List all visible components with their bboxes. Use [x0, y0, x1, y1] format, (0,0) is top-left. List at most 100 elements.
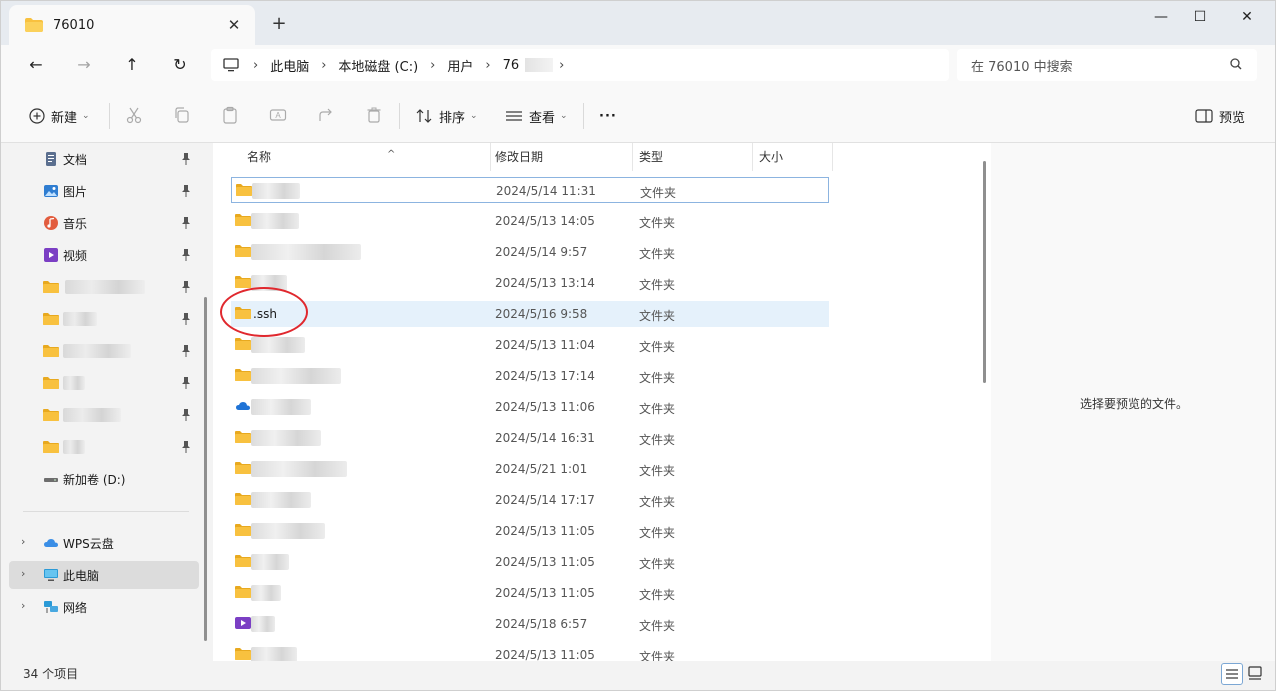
table-row[interactable]: 2024/5/13 11:05 文件夹	[231, 549, 829, 575]
cloud-icon	[44, 539, 58, 547]
breadcrumb-separator: ›	[321, 57, 327, 73]
sidebar-item-folder[interactable]	[9, 305, 199, 333]
new-button[interactable]: 新建 ⌄	[29, 105, 90, 127]
back-button[interactable]: ←	[23, 54, 49, 78]
document-icon	[46, 152, 56, 166]
file-modified-date: 2024/5/21 1:01	[495, 462, 588, 476]
folder-icon	[43, 281, 59, 293]
chevron-right-icon[interactable]: ›	[21, 567, 25, 580]
share-icon[interactable]	[317, 106, 335, 124]
chevron-right-icon[interactable]: ›	[21, 535, 25, 548]
file-modified-date: 2024/5/13 13:14	[495, 276, 595, 290]
onedrive-icon	[235, 399, 251, 413]
column-header-size[interactable]: 大小	[753, 143, 833, 171]
minimize-button[interactable]: —	[1139, 7, 1183, 31]
table-row[interactable]: 2024/5/14 9:57 文件夹	[231, 239, 829, 265]
table-row[interactable]: 2024/5/13 13:14 文件夹	[231, 270, 829, 296]
table-row[interactable]: 2024/5/13 14:05 文件夹	[231, 208, 829, 234]
cut-icon[interactable]	[125, 106, 143, 124]
folder-icon	[235, 275, 251, 289]
folder-icon	[235, 461, 251, 475]
table-row[interactable]: 2024/5/13 11:06 文件夹	[231, 394, 829, 420]
sidebar-item-wps-cloud[interactable]: › WPS云盘	[9, 529, 199, 557]
table-row[interactable]: 2024/5/14 16:31 文件夹	[231, 425, 829, 451]
breadcrumb-this-pc[interactable]: 此电脑	[270, 56, 309, 75]
pin-icon	[182, 313, 190, 325]
file-modified-date: 2024/5/16 9:58	[495, 307, 588, 321]
divider	[23, 511, 189, 512]
tab-76010[interactable]: 76010 ✕	[9, 5, 255, 45]
file-type: 文件夹	[639, 371, 676, 385]
chevron-right-icon[interactable]: ›	[21, 599, 25, 612]
preview-pane-button[interactable]: 预览	[1195, 105, 1245, 127]
command-bar: 新建 ⌄ A 排序 ⌄ 查看 ⌄ ··· 预览	[1, 87, 1275, 143]
table-row[interactable]: 2024/5/14 17:17 文件夹	[231, 487, 829, 513]
sidebar-item-folder[interactable]	[9, 337, 199, 365]
table-row[interactable]: .ssh 2024/5/16 9:58 文件夹	[231, 301, 829, 327]
file-modified-date: 2024/5/13 11:05	[495, 586, 595, 600]
sidebar-item-folder[interactable]	[9, 433, 199, 461]
sidebar-scrollbar[interactable]	[204, 297, 207, 641]
table-row[interactable]: 2024/5/18 6:57 文件夹	[231, 611, 829, 637]
table-row[interactable]: 2024/5/13 11:05 文件夹	[231, 580, 829, 606]
column-header-modified[interactable]: 修改日期	[489, 143, 633, 171]
breadcrumb-users[interactable]: 用户	[447, 56, 473, 75]
blurred-name	[251, 616, 275, 632]
file-list-scrollbar[interactable]	[983, 161, 986, 383]
blurred-name	[251, 461, 347, 477]
table-row[interactable]: 2024/5/13 11:04 文件夹	[231, 332, 829, 358]
delete-icon[interactable]	[365, 106, 383, 124]
table-row[interactable]: 2024/5/14 11:31 文件夹	[231, 177, 829, 203]
tiles-view-icon	[1248, 666, 1262, 680]
plus-circle-icon	[29, 108, 45, 124]
new-tab-button[interactable]: +	[267, 13, 291, 34]
column-header-name[interactable]: 名称 ^	[241, 143, 491, 171]
forward-button[interactable]: →	[71, 54, 97, 78]
search-input[interactable]: 在 76010 中搜索	[957, 49, 1257, 81]
tab-close-button[interactable]: ✕	[225, 16, 243, 34]
sort-button[interactable]: 排序 ⌄	[415, 105, 478, 127]
breadcrumb-user-folder[interactable]: 76	[503, 58, 520, 73]
sidebar-item-music[interactable]: 音乐	[9, 209, 199, 237]
maximize-button[interactable]: ☐	[1178, 7, 1222, 31]
file-modified-date: 2024/5/14 16:31	[495, 431, 595, 445]
navigation-pane: 文档 图片 音乐 视频 新加卷 (D:) › WPS云盘 › 此电脑 › 网络	[9, 143, 203, 661]
blurred-name	[252, 183, 300, 199]
refresh-button[interactable]: ↻	[167, 54, 193, 78]
sidebar-item-folder[interactable]	[9, 273, 199, 301]
tiles-view-button[interactable]	[1245, 663, 1267, 685]
copy-icon[interactable]	[173, 106, 191, 124]
table-row[interactable]: 2024/5/21 1:01 文件夹	[231, 456, 829, 482]
address-bar[interactable]: › 此电脑 › 本地磁盘 (C:) › 用户 › 76 ›	[211, 49, 949, 81]
sidebar-item-documents[interactable]: 文档	[9, 145, 199, 173]
sidebar-item-pictures[interactable]: 图片	[9, 177, 199, 205]
sidebar-item-folder[interactable]	[9, 369, 199, 397]
sidebar-item-this-pc[interactable]: › 此电脑	[9, 561, 199, 589]
rename-icon[interactable]: A	[269, 106, 287, 124]
blurred-name	[251, 492, 311, 508]
column-header-type[interactable]: 类型	[633, 143, 753, 171]
sidebar-item-videos[interactable]: 视频	[9, 241, 199, 269]
file-type: 文件夹	[639, 278, 676, 292]
item-count: 34 个项目	[23, 667, 79, 681]
paste-icon[interactable]	[221, 106, 239, 124]
file-modified-date: 2024/5/13 11:05	[495, 555, 595, 569]
sidebar-item-folder[interactable]	[9, 401, 199, 429]
sidebar-item-label: 音乐	[63, 217, 88, 231]
preview-label: 预览	[1219, 110, 1246, 126]
up-button[interactable]: ↑	[119, 54, 145, 78]
sidebar-item-network[interactable]: › 网络	[9, 593, 199, 621]
table-row[interactable]: 2024/5/13 11:05 文件夹	[231, 518, 829, 544]
blurred-name	[525, 58, 554, 72]
preview-pane-icon	[1195, 109, 1213, 123]
breadcrumb-local-disk[interactable]: 本地磁盘 (C:)	[338, 56, 418, 75]
sidebar-item-label: 此电脑	[63, 569, 100, 583]
view-button[interactable]: 查看 ⌄	[505, 105, 568, 127]
more-options-button[interactable]: ···	[599, 105, 617, 127]
blurred-name	[63, 376, 85, 390]
close-window-button[interactable]: ✕	[1225, 7, 1269, 31]
sidebar-item-drive-d[interactable]: 新加卷 (D:)	[9, 465, 199, 493]
table-row[interactable]: 2024/5/13 17:14 文件夹	[231, 363, 829, 389]
details-view-button[interactable]	[1221, 663, 1243, 685]
divider	[109, 103, 110, 129]
